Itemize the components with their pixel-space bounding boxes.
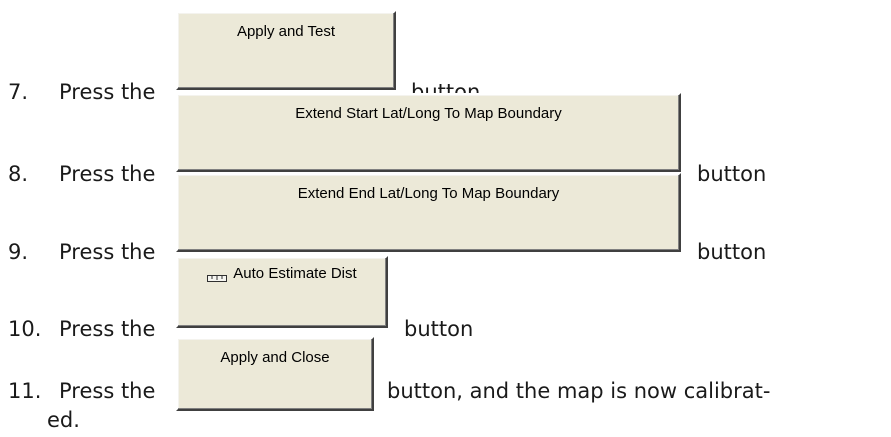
instructions-page: 7. Press the Apply and Test button 8. Pr… [0,0,891,437]
auto-estimate-dist-button[interactable]: Auto Estimate Dist [176,256,388,328]
extend-end-lat-long-label: Extend End Lat/Long To Map Boundary [297,185,560,202]
step-number-7: 7. [8,80,29,104]
ruler-icon [207,269,228,282]
step-9-prefix: Press the [59,240,156,264]
step-11-suffix: button, and the map is now calibrat- [387,379,771,403]
step-number-10: 10. [8,317,42,341]
step-number-11: 11. [8,379,42,403]
auto-estimate-dist-label: Auto Estimate Dist [233,265,357,282]
step-10-prefix: Press the [59,317,156,341]
step-7-prefix: Press the [59,80,156,104]
step-10-suffix: button [404,317,474,341]
extend-start-lat-long-button[interactable]: Extend Start Lat/Long To Map Boundary [176,93,681,172]
step-8-suffix: button [697,162,767,186]
step-8-prefix: Press the [59,162,156,186]
apply-and-close-button[interactable]: Apply and Close [176,337,374,411]
step-11-prefix: Press the [59,379,156,403]
apply-and-close-label: Apply and Close [220,349,330,366]
apply-and-test-button[interactable]: Apply and Test [176,11,396,90]
step-11-continuation: ed. [47,408,80,432]
extend-start-lat-long-label: Extend Start Lat/Long To Map Boundary [295,105,562,122]
step-9-suffix: button [697,240,767,264]
apply-and-test-label: Apply and Test [236,23,336,40]
step-number-9: 9. [8,240,29,264]
step-number-8: 8. [8,162,29,186]
extend-end-lat-long-button[interactable]: Extend End Lat/Long To Map Boundary [176,173,681,252]
